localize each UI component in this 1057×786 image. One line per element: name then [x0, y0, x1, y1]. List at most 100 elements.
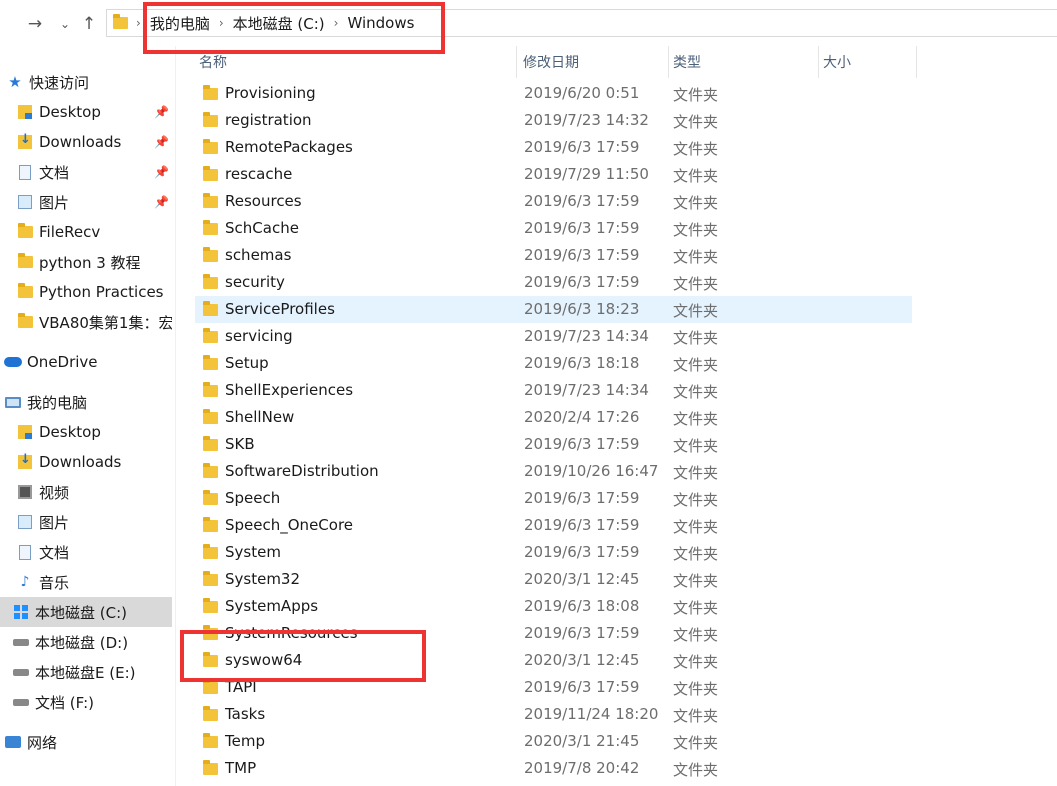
network-icon [5, 736, 21, 748]
file-type: 文件夹 [673, 356, 719, 374]
sidebar-quick-access[interactable]: ★ 快速访问 [0, 67, 172, 97]
folder-icon [203, 760, 218, 775]
forward-button[interactable]: → [24, 12, 46, 36]
table-row[interactable]: ShellNew 2020/2/4 17:26 文件夹 [195, 404, 912, 431]
table-row[interactable]: Temp 2020/3/1 21:45 文件夹 [195, 728, 912, 755]
table-row[interactable]: Provisioning 2019/6/20 0:51 文件夹 [195, 80, 912, 107]
file-name: ShellExperiences [225, 381, 354, 399]
recent-locations-button[interactable]: ⌄ [54, 12, 76, 36]
folder-icon [113, 14, 128, 29]
chevron-down-icon: ⌄ [59, 17, 71, 31]
sidebar-network[interactable]: 网络 [0, 727, 172, 757]
sidebar-item-label: 视频 [39, 483, 70, 502]
table-row[interactable]: servicing 2019/7/23 14:34 文件夹 [195, 323, 912, 350]
sidebar-item-pictures[interactable]: 图片 📌 [0, 187, 172, 217]
column-header-size[interactable]: 大小 [819, 46, 917, 78]
sidebar-item-pc-downloads[interactable]: Downloads [0, 447, 172, 477]
column-header-type[interactable]: 类型 [669, 46, 819, 78]
file-type: 文件夹 [673, 86, 719, 104]
sidebar-item-python-practices[interactable]: Python Practices [0, 277, 172, 307]
sidebar-item-label: Desktop [39, 103, 101, 121]
table-row[interactable]: System 2019/6/3 17:59 文件夹 [195, 539, 912, 566]
file-name: Resources [225, 192, 302, 210]
sidebar-this-pc[interactable]: 我的电脑 [0, 387, 172, 417]
sidebar-item-drive-e[interactable]: 本地磁盘E (E:) [0, 657, 172, 687]
documents-icon [19, 544, 31, 560]
sidebar-item-videos[interactable]: 视频 [0, 477, 172, 507]
folder-icon [203, 436, 218, 451]
sidebar-item-label: 音乐 [39, 573, 70, 592]
sidebar-item-label: 文档 [39, 163, 70, 182]
folder-icon [203, 220, 218, 235]
table-row[interactable]: schemas 2019/6/3 17:59 文件夹 [195, 242, 912, 269]
file-type: 文件夹 [673, 626, 719, 644]
folder-icon [203, 679, 218, 694]
sidebar-item-pc-documents[interactable]: 文档 [0, 537, 172, 567]
pin-icon[interactable]: 📌 [154, 135, 169, 149]
sidebar-item-drive-d[interactable]: 本地磁盘 (D:) [0, 627, 172, 657]
file-date-modified: 2019/7/29 11:50 [524, 165, 649, 183]
file-type: 文件夹 [673, 140, 719, 158]
documents-icon [19, 164, 31, 180]
pin-icon[interactable]: 📌 [154, 195, 169, 209]
sidebar-item-label: Desktop [39, 423, 101, 441]
table-row[interactable]: Speech_OneCore 2019/6/3 17:59 文件夹 [195, 512, 912, 539]
sidebar-item-python-tutorial[interactable]: python 3 教程 [0, 247, 172, 277]
sidebar-item-label: 本地磁盘E (E:) [35, 663, 136, 682]
sidebar-item-pc-pictures[interactable]: 图片 [0, 507, 172, 537]
sidebar-onedrive[interactable]: OneDrive [0, 347, 172, 377]
sidebar-item-downloads[interactable]: Downloads 📌 [0, 127, 172, 157]
file-date-modified: 2019/6/3 17:59 [524, 273, 640, 291]
file-date-modified: 2019/6/3 17:59 [524, 678, 640, 696]
file-date-modified: 2019/10/26 16:47 [524, 462, 659, 480]
column-header-date-modified[interactable]: 修改日期 [519, 46, 669, 78]
sidebar-item-label: 我的电脑 [27, 393, 88, 412]
table-row[interactable]: RemotePackages 2019/6/3 17:59 文件夹 [195, 134, 912, 161]
table-row[interactable]: Setup 2019/6/3 18:18 文件夹 [195, 350, 912, 377]
file-date-modified: 2019/6/20 0:51 [524, 84, 640, 102]
sidebar-item-filerecv[interactable]: FileRecv [0, 217, 172, 247]
file-type: 文件夹 [673, 707, 719, 725]
pin-icon[interactable]: 📌 [154, 105, 169, 119]
file-name: SoftwareDistribution [225, 462, 379, 480]
sidebar-item-vba80[interactable]: VBA80集第1集：宏- [0, 307, 172, 337]
file-date-modified: 2020/3/1 21:45 [524, 732, 640, 750]
sidebar-item-desktop[interactable]: Desktop 📌 [0, 97, 172, 127]
sidebar-item-drive-c[interactable]: 本地磁盘 (C:) [0, 597, 172, 627]
table-row[interactable]: Resources 2019/6/3 17:59 文件夹 [195, 188, 912, 215]
file-name: Setup [225, 354, 269, 372]
file-name: System [225, 543, 281, 561]
sidebar-item-pc-desktop[interactable]: Desktop [0, 417, 172, 447]
table-row[interactable]: security 2019/6/3 17:59 文件夹 [195, 269, 912, 296]
file-name: SchCache [225, 219, 299, 237]
table-row[interactable]: Speech 2019/6/3 17:59 文件夹 [195, 485, 912, 512]
pictures-icon [18, 515, 32, 529]
table-row[interactable]: registration 2019/7/23 14:32 文件夹 [195, 107, 912, 134]
file-date-modified: 2019/7/23 14:32 [524, 111, 649, 129]
table-row[interactable]: ShellExperiences 2019/7/23 14:34 文件夹 [195, 377, 912, 404]
sidebar-item-drive-f[interactable]: 文档 (F:) [0, 687, 172, 717]
folder-icon [203, 328, 218, 343]
sidebar-item-label: 文档 (F:) [35, 693, 94, 712]
pictures-icon [18, 195, 32, 209]
pin-icon[interactable]: 📌 [154, 165, 169, 179]
file-name: Speech_OneCore [225, 516, 354, 534]
file-type: 文件夹 [673, 572, 719, 590]
table-row[interactable]: SoftwareDistribution 2019/10/26 16:47 文件夹 [195, 458, 912, 485]
file-date-modified: 2019/6/3 18:08 [524, 597, 640, 615]
table-row[interactable]: Tasks 2019/11/24 18:20 文件夹 [195, 701, 912, 728]
sidebar-item-music[interactable]: ♪ 音乐 [0, 567, 172, 597]
computer-icon [5, 396, 21, 408]
file-type: 文件夹 [673, 275, 719, 293]
table-row[interactable]: System32 2020/3/1 12:45 文件夹 [195, 566, 912, 593]
up-button[interactable]: ↑ [78, 12, 100, 36]
table-row[interactable]: SKB 2019/6/3 17:59 文件夹 [195, 431, 912, 458]
sidebar-item-documents[interactable]: 文档 📌 [0, 157, 172, 187]
table-row[interactable]: rescache 2019/7/29 11:50 文件夹 [195, 161, 912, 188]
file-type: 文件夹 [673, 518, 719, 536]
table-row[interactable]: ServiceProfiles 2019/6/3 18:23 文件夹 [195, 296, 912, 323]
table-row[interactable]: SystemApps 2019/6/3 18:08 文件夹 [195, 593, 912, 620]
file-type: 文件夹 [673, 437, 719, 455]
table-row[interactable]: SchCache 2019/6/3 17:59 文件夹 [195, 215, 912, 242]
table-row[interactable]: TMP 2019/7/8 20:42 文件夹 [195, 755, 912, 782]
